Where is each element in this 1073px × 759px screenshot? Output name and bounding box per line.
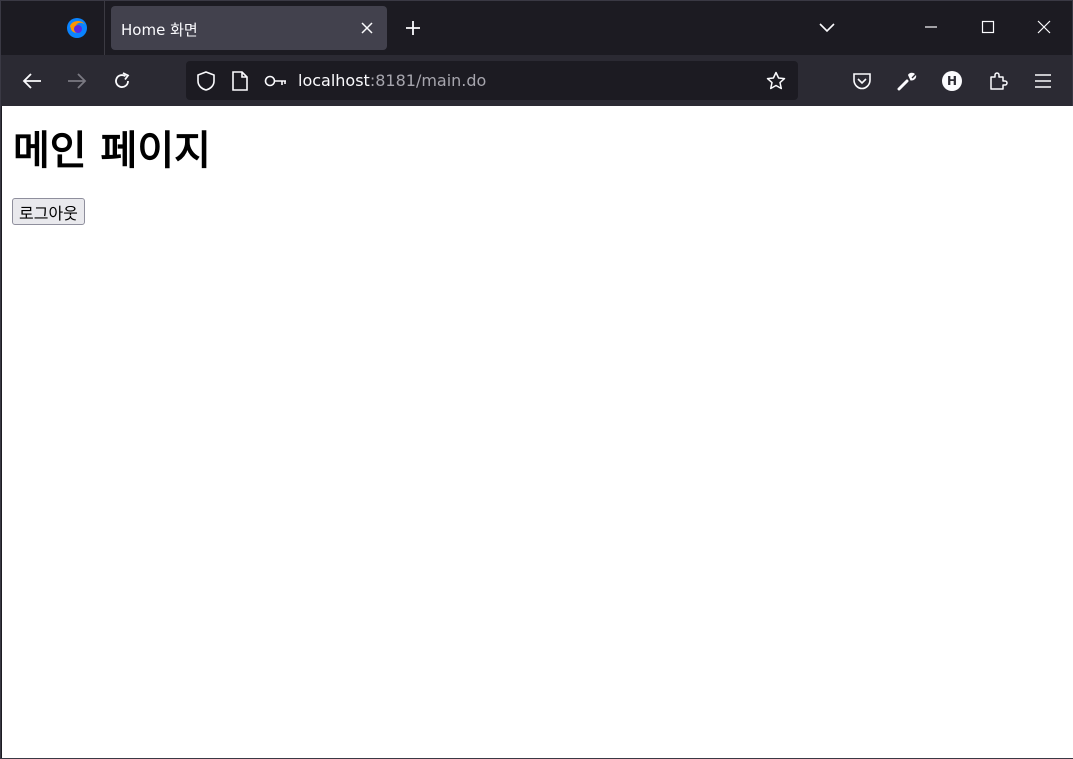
new-tab-plus-icon[interactable] — [401, 16, 425, 40]
close-window-icon[interactable] — [1030, 13, 1058, 41]
page-title: 메인 페이지 — [13, 128, 211, 174]
bookmark-star-icon[interactable] — [766, 71, 786, 91]
chevron-down-icon[interactable] — [815, 16, 839, 40]
tab-divider — [104, 1, 105, 55]
browser-window: Home 화면 localhost:8181/main.do H 메인 페이지 … — [0, 0, 1073, 759]
maximize-icon[interactable] — [974, 13, 1002, 41]
forward-arrow-icon[interactable] — [64, 68, 90, 94]
avatar: H — [942, 71, 962, 91]
hamburger-menu-icon[interactable] — [1030, 68, 1056, 94]
key-icon[interactable] — [264, 71, 288, 91]
profile-avatar-icon[interactable]: H — [939, 68, 965, 94]
wrench-icon[interactable] — [894, 68, 920, 94]
close-tab-icon[interactable] — [357, 18, 377, 38]
page-icon[interactable] — [230, 71, 250, 91]
url-path: :8181/main.do — [369, 71, 487, 90]
address-bar[interactable]: localhost:8181/main.do — [186, 61, 798, 100]
navigation-toolbar: localhost:8181/main.do H — [1, 55, 1072, 106]
url-text[interactable]: localhost:8181/main.do — [298, 71, 486, 90]
page-content: 메인 페이지 로그아웃 — [2, 106, 1073, 758]
reload-icon[interactable] — [109, 68, 135, 94]
tab-home[interactable]: Home 화면 — [111, 6, 387, 50]
pocket-icon[interactable] — [849, 68, 875, 94]
back-arrow-icon[interactable] — [19, 68, 45, 94]
shield-icon[interactable] — [196, 71, 216, 91]
logout-button[interactable]: 로그아웃 — [12, 198, 85, 225]
firefox-logo-icon[interactable] — [65, 16, 89, 40]
tab-strip: Home 화면 — [1, 1, 1072, 55]
minimize-icon[interactable] — [917, 13, 945, 41]
url-host: localhost — [298, 71, 370, 90]
tab-title: Home 화면 — [121, 21, 198, 39]
extensions-puzzle-icon[interactable] — [985, 68, 1011, 94]
